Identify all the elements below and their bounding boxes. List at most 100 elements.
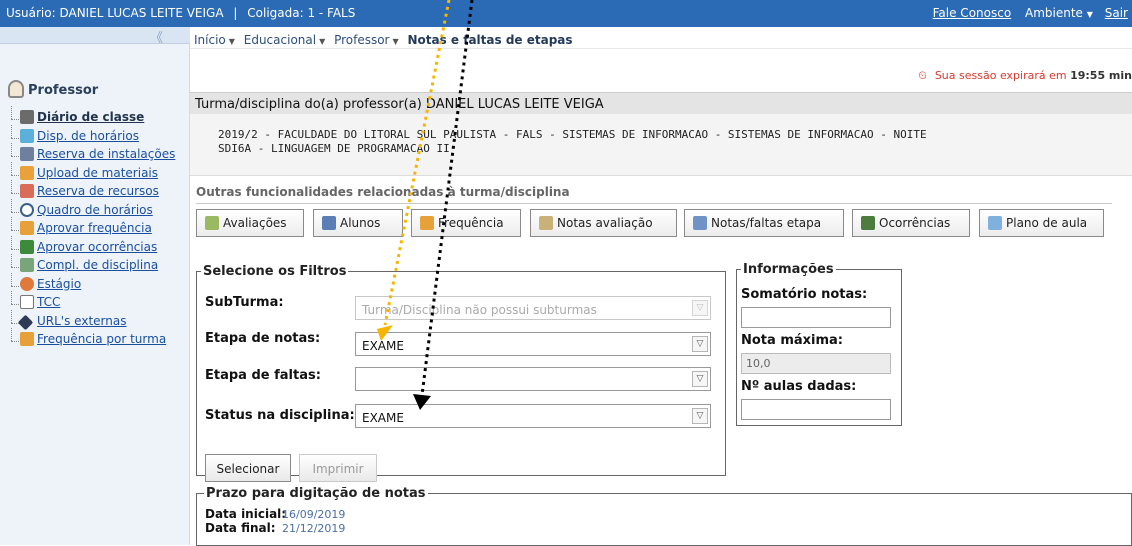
sidebar-item-label[interactable]: Upload de materiais [37, 166, 158, 180]
etapa-notas-select[interactable]: EXAME ▽ [355, 332, 711, 356]
outras-title: Outras funcionalidades relacionadas à tu… [196, 185, 1111, 204]
button-label: Notas/faltas etapa [711, 216, 822, 230]
building-icon [20, 147, 34, 161]
plano-aula-button[interactable]: Plano de aula [979, 209, 1104, 237]
sidebar-item-compl-disciplina[interactable]: Compl. de disciplina [6, 254, 175, 277]
filters-panel: Selecione os Filtros SubTurma: Turma/Dis… [196, 264, 726, 482]
turma-line: 2019/2 - FACULDADE DO LITORAL SUL PAULIS… [218, 128, 927, 141]
prazo-legend: Prazo para digitação de notas [206, 486, 426, 501]
alunos-button[interactable]: Alunos [313, 209, 403, 237]
sidebar-item-label[interactable]: Compl. de disciplina [37, 258, 158, 272]
chevron-down-icon[interactable]: ▽ [692, 336, 708, 352]
sidebar-item-diario[interactable]: Diário de classe [6, 106, 175, 129]
attendance-icon [20, 332, 34, 346]
sidebar-item-label[interactable]: Disp. de horários [37, 129, 139, 143]
plan-icon [988, 216, 1002, 230]
somatorio-field [741, 307, 891, 328]
somatorio-label: Somatório notas: [741, 287, 868, 302]
status-select[interactable]: EXAME ▽ [355, 404, 711, 428]
clock-icon [20, 202, 34, 217]
filters-legend: Selecione os Filtros [203, 264, 347, 279]
nota-maxima-field: 10,0 [741, 353, 891, 374]
document-icon [20, 295, 34, 309]
data-inicial-label: Data inicial: [205, 507, 287, 521]
sidebar-item-aprovar-frequencia[interactable]: Aprovar frequência [6, 217, 175, 240]
exit-link[interactable]: Sair [1105, 6, 1128, 20]
button-label: Notas avaliação [557, 216, 653, 230]
attendance-icon [420, 216, 434, 230]
etapa-faltas-label: Etapa de faltas: [205, 368, 321, 383]
notas-faltas-etapa-button[interactable]: Notas/faltas etapa [684, 209, 844, 237]
button-label: Alunos [340, 216, 381, 230]
sidebar-item-label[interactable]: Aprovar ocorrências [37, 240, 157, 254]
sidebar-item-label[interactable]: Estágio [37, 277, 81, 291]
coligada: Coligada: 1 - FALS [247, 6, 356, 20]
data-final-label: Data final: [205, 521, 276, 535]
aulas-dadas-field [741, 399, 891, 420]
table-icon [693, 216, 707, 230]
sidebar-item-estagio[interactable]: Estágio [6, 272, 175, 296]
sidebar-item-tcc[interactable]: TCC [6, 291, 175, 314]
attendance-icon [20, 221, 34, 235]
breadcrumb-inicio[interactable]: Início [194, 33, 226, 47]
ambiente-menu[interactable]: Ambiente ▼ [1025, 6, 1093, 20]
clock-icon: ⏲ [918, 69, 927, 82]
chevron-down-icon[interactable]: ▽ [692, 408, 708, 424]
breadcrumb-professor[interactable]: Professor [334, 33, 389, 47]
ambiente-label: Ambiente [1025, 6, 1083, 20]
etapa-faltas-select[interactable]: ▽ [355, 367, 711, 391]
sidebar-item-label[interactable]: TCC [37, 295, 60, 309]
button-label: Frequência [438, 216, 504, 230]
checkbox-icon [20, 184, 34, 198]
disciplina-line: SDI6A - LINGUAGEM DE PROGRAMACAO II [218, 142, 450, 155]
notas-avaliacao-button[interactable]: Notas avaliação [530, 209, 677, 237]
info-legend: Informações [743, 262, 834, 277]
button-label: Plano de aula [1006, 216, 1088, 230]
professor-icon [8, 80, 24, 98]
evaluation-icon [205, 216, 219, 230]
aulas-dadas-label: Nº aulas dadas: [741, 379, 857, 394]
sidebar-item-label[interactable]: Diário de classe [37, 110, 144, 124]
sidebar: Professor Diário de classe Disp. de horá… [0, 44, 190, 545]
sidebar-item-label[interactable]: Aprovar frequência [37, 221, 152, 235]
sidebar-tree: Diário de classe Disp. de horários Reser… [6, 106, 175, 351]
subturma-value: Turma/Disciplina não possui subturmas [362, 303, 597, 317]
chevron-down-icon[interactable]: ▽ [692, 371, 708, 387]
sidebar-item-label[interactable]: Reserva de instalações [37, 147, 175, 161]
breadcrumb: Início ▼ Educacional ▼ Professor ▼ Notas e … [190, 27, 1132, 49]
button-label: Ocorrências [879, 216, 951, 230]
sidebar-item-label[interactable]: Frequência por turma [37, 332, 166, 346]
sidebar-item-reserva-instalacoes[interactable]: Reserva de instalações [6, 143, 175, 166]
sidebar-item-frequencia-turma[interactable]: Frequência por turma [6, 328, 175, 351]
sidebar-title: Professor [8, 80, 98, 98]
sidebar-item-quadro-horarios[interactable]: Quadro de horários [6, 198, 175, 222]
ocorrencias-button[interactable]: Ocorrências [852, 209, 970, 237]
chevron-down-icon: ▼ [1086, 10, 1093, 19]
top-bar: Usuário: DANIEL LUCAS LEITE VEIGA | Coli… [0, 0, 1132, 27]
status-value: EXAME [362, 411, 404, 425]
nota-maxima-label: Nota máxima: [741, 333, 844, 348]
sidebar-title-text: Professor [28, 83, 99, 98]
contact-link[interactable]: Fale Conosco [933, 6, 1012, 20]
breadcrumb-educacional[interactable]: Educacional [244, 33, 316, 47]
data-final-value: 21/12/2019 [282, 522, 346, 535]
sidebar-collapse-bar[interactable]: 《 [0, 27, 190, 46]
select-button[interactable]: Selecionar [205, 454, 291, 482]
chevron-down-icon: ▼ [392, 37, 399, 46]
sidebar-item-reserva-recursos[interactable]: Reserva de recursos [6, 180, 175, 203]
sidebar-item-label[interactable]: Reserva de recursos [37, 184, 159, 198]
session-time: 19:55 min [1070, 69, 1132, 82]
info-panel: Informações Somatório notas: Nota máxima… [736, 262, 902, 426]
sidebar-item-urls-externas[interactable]: URL's externas [6, 309, 175, 333]
etapa-notas-value: EXAME [362, 339, 404, 353]
sidebar-item-disp-horarios[interactable]: Disp. de horários [6, 124, 175, 148]
sidebar-item-label[interactable]: Quadro de horários [37, 203, 153, 217]
sidebar-item-aprovar-ocorrencias[interactable]: Aprovar ocorrências [6, 235, 175, 259]
chevron-down-icon: ▼ [319, 37, 326, 46]
data-inicial-value: 16/09/2019 [282, 508, 346, 521]
avaliacoes-button[interactable]: Avaliações [196, 209, 304, 237]
frequencia-button[interactable]: Frequência [411, 209, 521, 237]
subturma-select: Turma/Disciplina não possui subturmas ▽ [355, 296, 711, 320]
sidebar-item-upload[interactable]: Upload de materiais [6, 161, 175, 185]
sidebar-item-label[interactable]: URL's externas [37, 314, 126, 328]
